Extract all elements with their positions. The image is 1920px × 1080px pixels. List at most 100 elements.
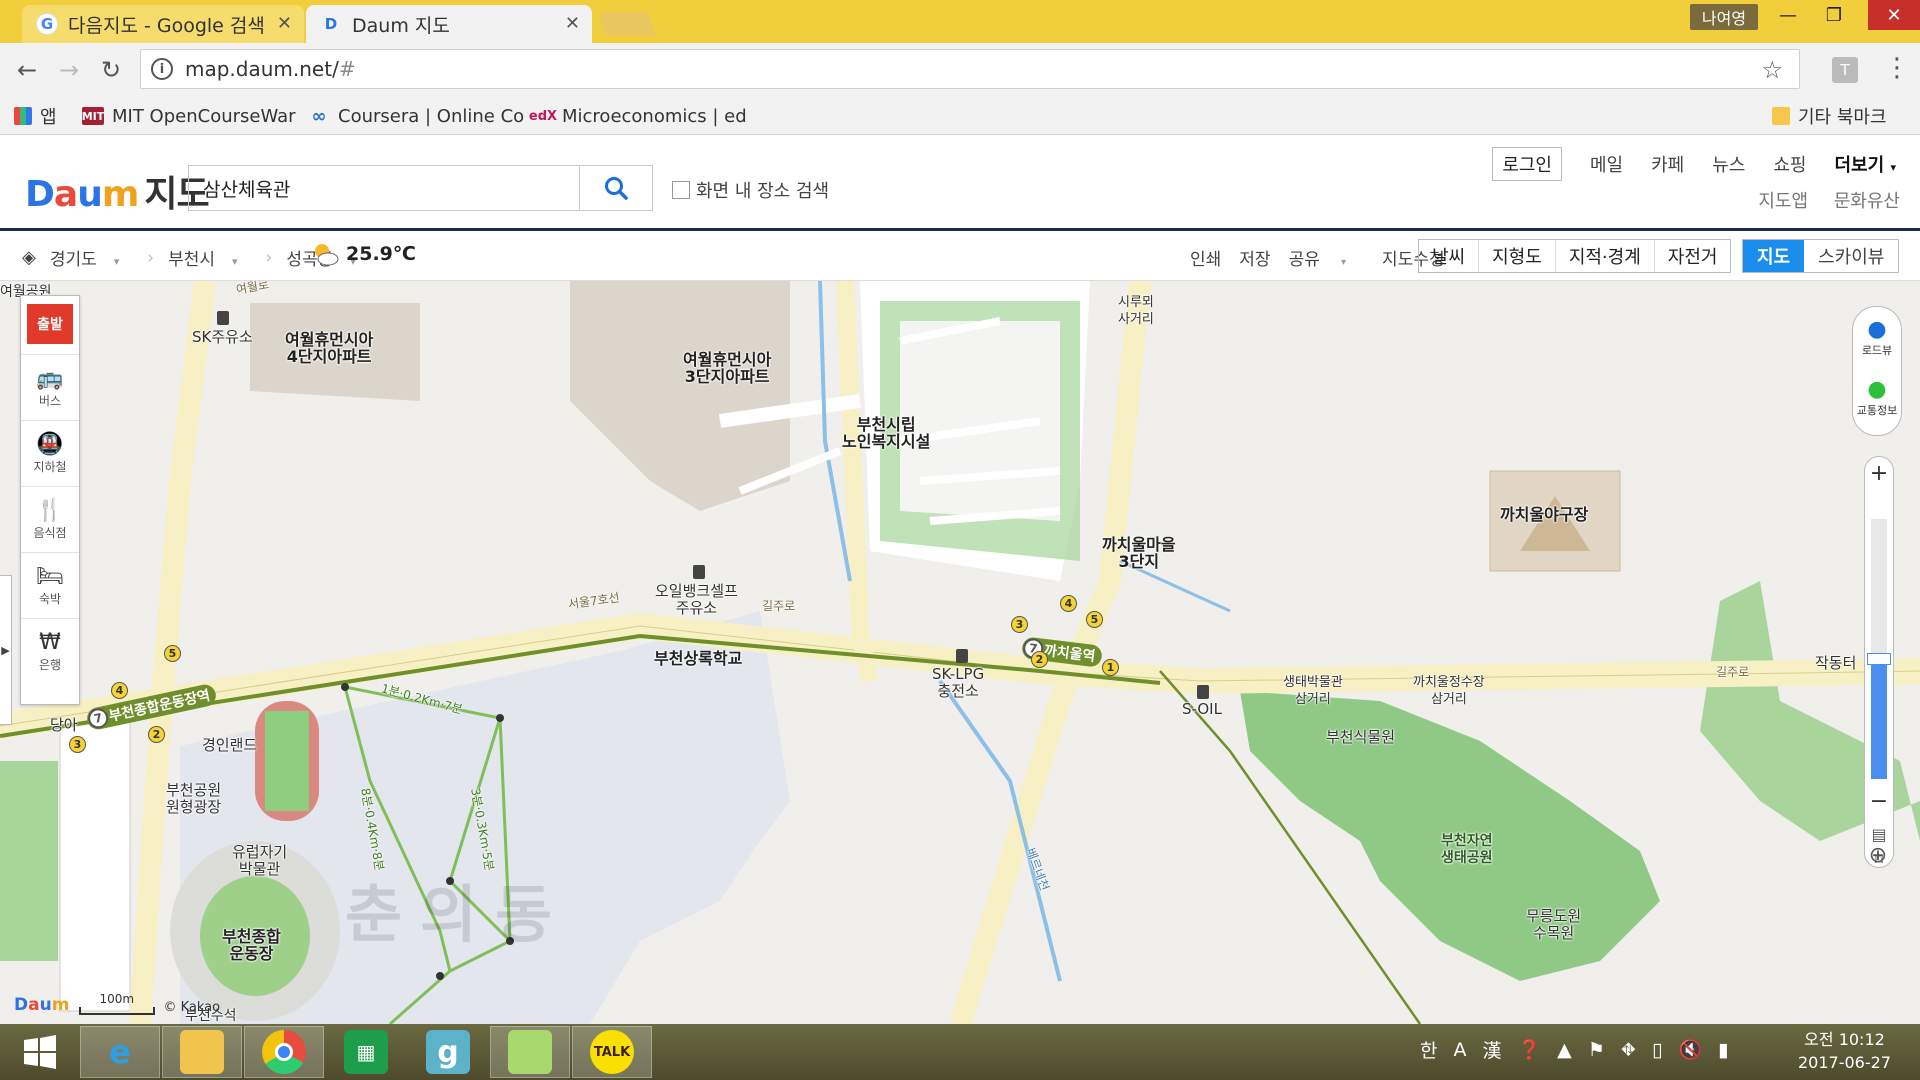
login-button[interactable]: 로그인 [1492, 147, 1562, 181]
bookmark-coursera[interactable]: ∞ Coursera | Online Co [308, 103, 525, 129]
map-label-park-plaza[interactable]: 부천공원 원형광장 [166, 782, 221, 816]
bookmark-mit[interactable]: MIT MIT OpenCourseWar [82, 103, 296, 129]
layer-terrain[interactable]: 지형도 [1479, 240, 1556, 272]
zoom-track[interactable] [1871, 519, 1887, 659]
search-button[interactable] [579, 165, 653, 211]
map-label-eco-park[interactable]: 부천자연 생태공원 [1441, 833, 1493, 867]
search-input[interactable]: 삼산체육관 [188, 165, 580, 211]
map-label-gyeongin-land[interactable]: 경인랜드 [202, 737, 257, 754]
station-exit[interactable]: 4 [1060, 595, 1077, 612]
tray-expand-icon[interactable]: ▲ [1557, 1039, 1572, 1061]
nav-news[interactable]: 뉴스 [1712, 151, 1745, 177]
profile-button[interactable]: 나여영 [1690, 4, 1758, 30]
station-exit[interactable]: 5 [164, 645, 181, 662]
station-exit[interactable]: 5 [1086, 611, 1103, 628]
map-label-jakdong[interactable]: 작동터 [1815, 655, 1856, 672]
info-icon[interactable]: i [151, 58, 173, 80]
taskbar-ie[interactable]: e [80, 1026, 160, 1078]
restore-icon[interactable]: ❐ [1812, 0, 1856, 30]
taskbar-g-app[interactable]: g [408, 1026, 488, 1078]
map-label-baseball[interactable]: 까치울야구장 [1500, 506, 1588, 523]
traffic-button[interactable]: ● 교통정보 [1853, 377, 1901, 418]
category-bus[interactable]: 🚌 버스 [21, 354, 79, 420]
map-canvas[interactable]: 여월휴먼시아 4단지아파트 여월휴먼시아 3단지아파트 SK주유소 부천시립 노인복지… [0, 281, 1920, 1024]
tab-daum-map[interactable]: D Daum 지도 ✕ [306, 5, 592, 43]
ime-alpha[interactable]: A [1453, 1039, 1466, 1061]
start-point-button[interactable]: 출발 [27, 304, 73, 344]
ime-hangul[interactable]: 한 [1420, 1036, 1437, 1063]
close-window-icon[interactable]: ✕ [1868, 0, 1920, 30]
minimize-icon[interactable]: — [1766, 0, 1810, 30]
signal-icon[interactable]: ▮ [1718, 1039, 1728, 1061]
address-bar[interactable]: i map.daum.net/# ☆ [140, 49, 1800, 89]
map-label-senior-center[interactable]: 부천시립 노인복지시설 [842, 416, 930, 450]
taskbar-store[interactable]: ▦ [326, 1026, 406, 1078]
map-label-kkachiul3[interactable]: 까치울마을 3단지 [1102, 536, 1176, 570]
map-label-stadium[interactable]: 부천종합 운동장 [222, 928, 281, 962]
map-label-school[interactable]: 부천상록학교 [654, 650, 742, 667]
nav-more[interactable]: 더보기 ▾ [1835, 151, 1897, 177]
category-bank[interactable]: ₩ 은행 [21, 618, 79, 684]
local-search-checkbox[interactable]: 화면 내 장소 검색 [672, 177, 829, 203]
layer-bicycle[interactable]: 자전거 [1655, 240, 1731, 272]
share-link[interactable]: 공유 ▾ [1289, 245, 1364, 270]
station-exit[interactable]: 4 [111, 682, 128, 699]
nav-map-app[interactable]: 지도앱 [1758, 191, 1808, 212]
station-exit[interactable]: 2 [148, 726, 165, 743]
help-icon[interactable]: ❓ [1518, 1038, 1542, 1061]
bookmark-star-icon[interactable]: ☆ [1761, 56, 1783, 84]
add-pin-icon[interactable]: ⊕ [1863, 843, 1893, 879]
save-link[interactable]: 저장 [1239, 245, 1270, 270]
back-icon[interactable]: ← [10, 53, 44, 87]
taskbar-kakaotalk[interactable]: TALK [572, 1026, 652, 1078]
map-label-arboretum[interactable]: 무릉도원 수목원 [1526, 908, 1581, 942]
checkbox[interactable] [672, 181, 690, 199]
layer-cadastral[interactable]: 지적·경계 [1556, 240, 1655, 272]
zoom-slider-handle[interactable] [1867, 653, 1891, 665]
map-label-jeongsu-junction[interactable]: 까치울정수장 삼거리 [1413, 674, 1485, 708]
start-button[interactable] [0, 1026, 80, 1078]
zoom-out-button[interactable]: − [1865, 787, 1893, 815]
other-bookmarks[interactable]: 기타 북마크 [1772, 103, 1887, 129]
ruler-icon[interactable]: ▤ [1865, 825, 1893, 844]
tab-close-icon[interactable]: ✕ [565, 13, 580, 34]
bookmark-edx[interactable]: edX Microeconomics | ed [529, 103, 747, 129]
station-exit[interactable]: 3 [1011, 616, 1028, 633]
extension-icon[interactable]: T [1832, 57, 1858, 83]
category-restaurant[interactable]: 🍴 음식점 [21, 486, 79, 552]
region-province[interactable]: 경기도 ▾ [50, 245, 133, 270]
tab-google-search[interactable]: G 다음지도 - Google 검색 ✕ [22, 5, 304, 43]
nav-shopping[interactable]: 쇼핑 [1773, 151, 1806, 177]
station-exit[interactable]: 2 [1031, 651, 1048, 668]
nav-heritage[interactable]: 문화유산 [1834, 191, 1900, 212]
panel-toggle[interactable]: ▶ [0, 575, 12, 725]
new-tab-button[interactable] [597, 12, 657, 36]
battery-icon[interactable]: ▯ [1652, 1039, 1662, 1061]
forward-icon[interactable]: → [52, 53, 86, 87]
tab-close-icon[interactable]: ✕ [277, 13, 292, 34]
map-label-sk-lpg[interactable]: SK-LPG 충전소 [932, 666, 984, 700]
weather-widget[interactable]: 25.9℃ [310, 239, 416, 269]
map-label-s-oil[interactable]: S-OIL [1182, 701, 1222, 718]
map-label-botanical-garden[interactable]: 부천식물원 [1326, 729, 1395, 746]
flag-icon[interactable]: ⚑ [1588, 1039, 1605, 1061]
reload-icon[interactable]: ↻ [94, 53, 128, 87]
taskbar-explorer[interactable] [162, 1026, 242, 1078]
volume-muted-icon[interactable]: 🔇 [1679, 1038, 1703, 1061]
map-label-apt4[interactable]: 여월휴먼시아 4단지아파트 [285, 331, 373, 365]
print-link[interactable]: 인쇄 [1190, 245, 1221, 270]
station-exit[interactable]: 1 [1102, 659, 1119, 676]
layer-weather[interactable]: 날씨 [1419, 240, 1480, 272]
ime-hanja[interactable]: 漢 [1482, 1036, 1501, 1063]
map-label-oilbank[interactable]: 오일뱅크셀프 주유소 [655, 583, 738, 617]
map-label-museum-junction[interactable]: 생태박물관 삼거리 [1283, 674, 1343, 708]
category-lodging[interactable]: 🛏 숙박 [21, 552, 79, 618]
map-label-apt3[interactable]: 여월휴먼시아 3단지아파트 [683, 351, 771, 385]
station-exit[interactable]: 3 [69, 736, 86, 753]
nav-cafe[interactable]: 카페 [1651, 151, 1684, 177]
map-type-skyview[interactable]: 스카이뷰 [1804, 240, 1898, 272]
menu-icon[interactable]: ⋮ [1884, 53, 1910, 83]
map-label-museum[interactable]: 유럽자기 박물관 [232, 844, 287, 878]
taskbar-chrome[interactable] [244, 1026, 324, 1078]
zoom-in-button[interactable]: + [1865, 459, 1893, 487]
